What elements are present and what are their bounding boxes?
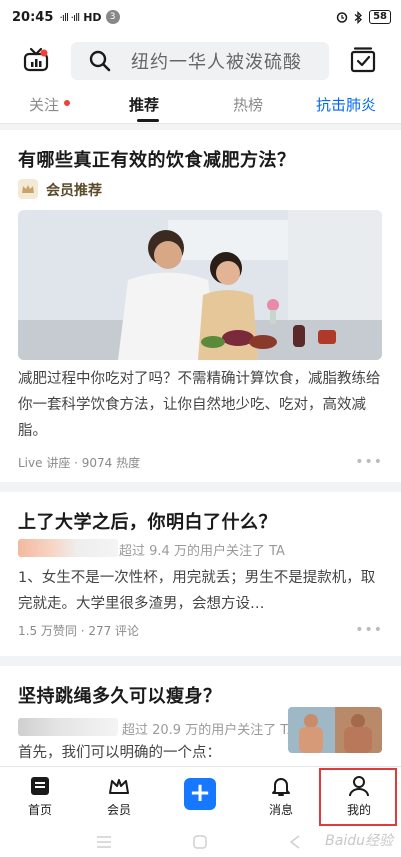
bell-icon	[272, 778, 290, 796]
back-icon[interactable]	[289, 835, 301, 849]
card-meta: 1.5 万赞同 · 277 评论	[18, 624, 140, 638]
nav-messages-label: 消息	[268, 803, 293, 817]
follower-info: 超过 20.9 万的用户关注了 TA	[122, 723, 297, 738]
nav-messages[interactable]: 消息	[251, 775, 311, 818]
nav-home[interactable]: 首页	[10, 775, 70, 818]
card-title[interactable]: 上了大学之后，你明白了什么？	[18, 508, 277, 534]
card-excerpt[interactable]: 减肥过程中你吃对了吗？不需精确计算饮食，减脂教练给你一套科学饮食方法，让你自然地…	[18, 366, 383, 444]
status-time: 20:45	[12, 9, 54, 25]
search-placeholder: 纽约一华人被泼硫酸	[131, 52, 302, 73]
active-tab-indicator	[137, 119, 159, 122]
crown-icon	[109, 779, 129, 794]
signal-icon: ·ıll ·ıll	[59, 10, 80, 24]
author-avatar[interactable]	[18, 718, 118, 736]
more-options-icon[interactable]: •••	[355, 622, 383, 638]
status-bar: 20:45 ·ıll ·ıll HD 3 58	[0, 0, 401, 34]
create-post-button[interactable]: +	[184, 778, 216, 810]
home-button-icon[interactable]	[193, 835, 207, 849]
nav-vip-label: 会员	[106, 803, 131, 817]
alarm-icon	[336, 12, 348, 23]
cooking-couple-image[interactable]	[18, 210, 382, 360]
nav-vip[interactable]: 会员	[89, 775, 149, 818]
author-avatar[interactable]	[18, 539, 118, 557]
card-meta: Live 讲座 · 9074 热度	[18, 456, 141, 470]
tab-hot-list[interactable]: 热榜	[233, 94, 263, 115]
card-excerpt[interactable]: 1、女生不是一次性杯，用完就丢；男生不是提款机，取完就走。大学里很多渣男，会想方…	[18, 565, 383, 617]
tab-bar: 关注 推荐 热榜 抗击肺炎	[0, 88, 401, 124]
tab-following[interactable]: 关注	[29, 94, 59, 115]
card-title[interactable]: 有哪些真正有效的饮食减肥方法？	[18, 146, 296, 172]
feed[interactable]: 有哪些真正有效的饮食减肥方法？ 会员推荐 减肥过程中你吃对了吗？不需精确计算饮食…	[0, 124, 401, 766]
network-label: HD	[83, 10, 102, 24]
feed-card[interactable]: 有哪些真正有效的饮食减肥方法？ 会员推荐 减肥过程中你吃对了吗？不需精确计算饮食…	[0, 130, 401, 482]
system-nav-bar: Baidu经验	[0, 826, 401, 857]
bluetooth-icon	[354, 10, 363, 24]
notification-badge: 3	[105, 10, 120, 24]
top-header: 纽约一华人被泼硫酸	[0, 34, 401, 88]
bottom-nav: 首页 会员 + 消息 我的	[0, 766, 401, 826]
card-title[interactable]: 坚持跳绳多久可以瘦身？	[18, 682, 222, 708]
menu-icon[interactable]	[96, 835, 112, 849]
live-tv-icon[interactable]	[22, 46, 50, 74]
feed-card[interactable]: 上了大学之后，你明白了什么？ 超过 9.4 万的用户关注了 TA 1、女生不是一…	[0, 492, 401, 656]
vip-crown-icon	[18, 179, 38, 199]
search-bar[interactable]: 纽约一华人被泼硫酸	[71, 42, 329, 80]
nav-home-label: 首页	[27, 803, 52, 817]
checklist-icon[interactable]	[350, 47, 376, 73]
unread-dot	[64, 100, 70, 106]
fitness-thumbnail[interactable]	[288, 707, 382, 753]
tab-fight-pneumonia[interactable]: 抗击肺炎	[316, 94, 376, 115]
more-options-icon[interactable]: •••	[355, 454, 383, 470]
card-excerpt[interactable]: 首先，我们可以明确的一个点：	[18, 740, 278, 766]
follower-info: 超过 9.4 万的用户关注了 TA	[119, 544, 285, 559]
tab-recommend[interactable]: 推荐	[129, 94, 159, 115]
search-icon	[89, 50, 111, 72]
home-icon	[31, 777, 49, 795]
card-tag: 会员推荐	[46, 183, 102, 199]
annotation-highlight	[319, 768, 397, 826]
battery-icon: 58	[369, 10, 391, 24]
watermark: Baidu经验	[325, 833, 393, 849]
